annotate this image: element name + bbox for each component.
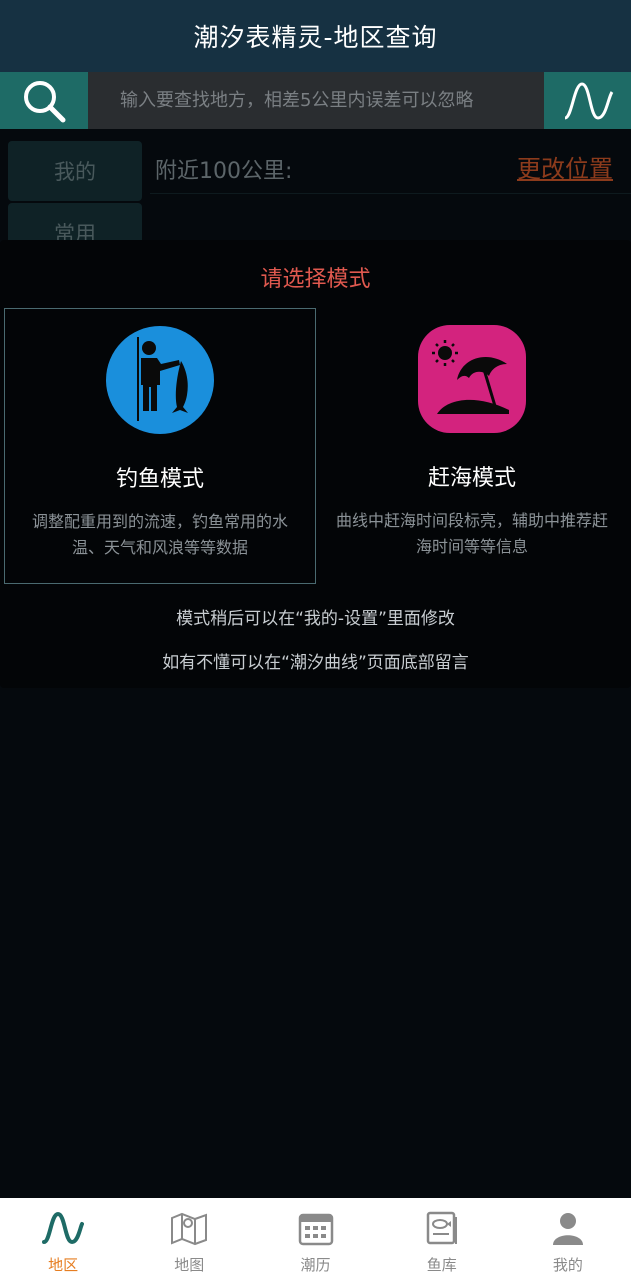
search-bar [0, 72, 631, 129]
nearby-label: 附近100公里: [155, 159, 293, 184]
fishing-mode-desc: 调整配重用到的流速，钓鱼常用的水温、天气和风浪等等数据 [31, 512, 288, 557]
calendar-icon [295, 1208, 337, 1248]
tab-label: 潮历 [300, 1256, 331, 1274]
wave-icon [563, 81, 613, 120]
fisherman-icon [106, 326, 214, 434]
user-icon [547, 1208, 589, 1248]
divider [150, 193, 631, 194]
title-bar: 潮汐表精灵-地区查询 [0, 0, 631, 72]
beach-umbrella-icon [418, 325, 526, 433]
tab-map[interactable]: 地图 [126, 1198, 252, 1280]
tab-label: 地图 [174, 1256, 205, 1274]
beach-mode-desc: 曲线中赶海时间段标亮，辅助中推荐赶海时间等等信息 [335, 511, 608, 556]
beach-mode-name: 赶海模式 [427, 466, 516, 491]
feedback-hint: 如有不懂可以在“潮汐曲线”页面底部留言 [162, 653, 469, 673]
wave-icon [42, 1208, 85, 1248]
tab-region[interactable]: 地区 [0, 1198, 126, 1280]
tab-tide-calendar[interactable]: 潮历 [252, 1198, 378, 1280]
fish-book-icon [421, 1208, 463, 1248]
map-icon [168, 1208, 210, 1248]
dialog-title: 请选择模式 [260, 267, 371, 292]
tab-mine[interactable]: 我的 [505, 1198, 631, 1280]
bottom-tab-bar: 地区 地图 潮历 鱼库 我的 [0, 1198, 631, 1280]
search-button[interactable] [0, 72, 88, 129]
fishing-mode-name: 钓鱼模式 [115, 467, 204, 492]
tab-label: 我的 [552, 1256, 583, 1274]
change-location-link[interactable]: 更改位置 [517, 149, 613, 184]
search-icon [24, 80, 66, 122]
search-input[interactable] [88, 72, 544, 129]
settings-hint: 模式稍后可以在“我的-设置”里面修改 [176, 609, 455, 629]
sidebar-item-mine[interactable]: 我的 [8, 141, 142, 201]
tide-curve-button[interactable] [544, 72, 631, 129]
beach-mode-option[interactable]: 赶海模式 曲线中赶海时间段标亮，辅助中推荐赶海时间等等信息 [316, 308, 628, 584]
fishing-mode-option[interactable]: 钓鱼模式 调整配重用到的流速，钓鱼常用的水温、天气和风浪等等数据 [4, 308, 316, 584]
tab-fish-library[interactable]: 鱼库 [379, 1198, 505, 1280]
tab-label: 鱼库 [426, 1256, 457, 1274]
tab-label: 地区 [48, 1256, 79, 1274]
mode-select-dialog: 请选择模式 钓鱼模式 调整配重用到的流速，钓鱼常用的水温、天气和风浪等等数据 赶… [0, 240, 631, 688]
page-title: 潮汐表精灵-地区查询 [193, 23, 438, 52]
